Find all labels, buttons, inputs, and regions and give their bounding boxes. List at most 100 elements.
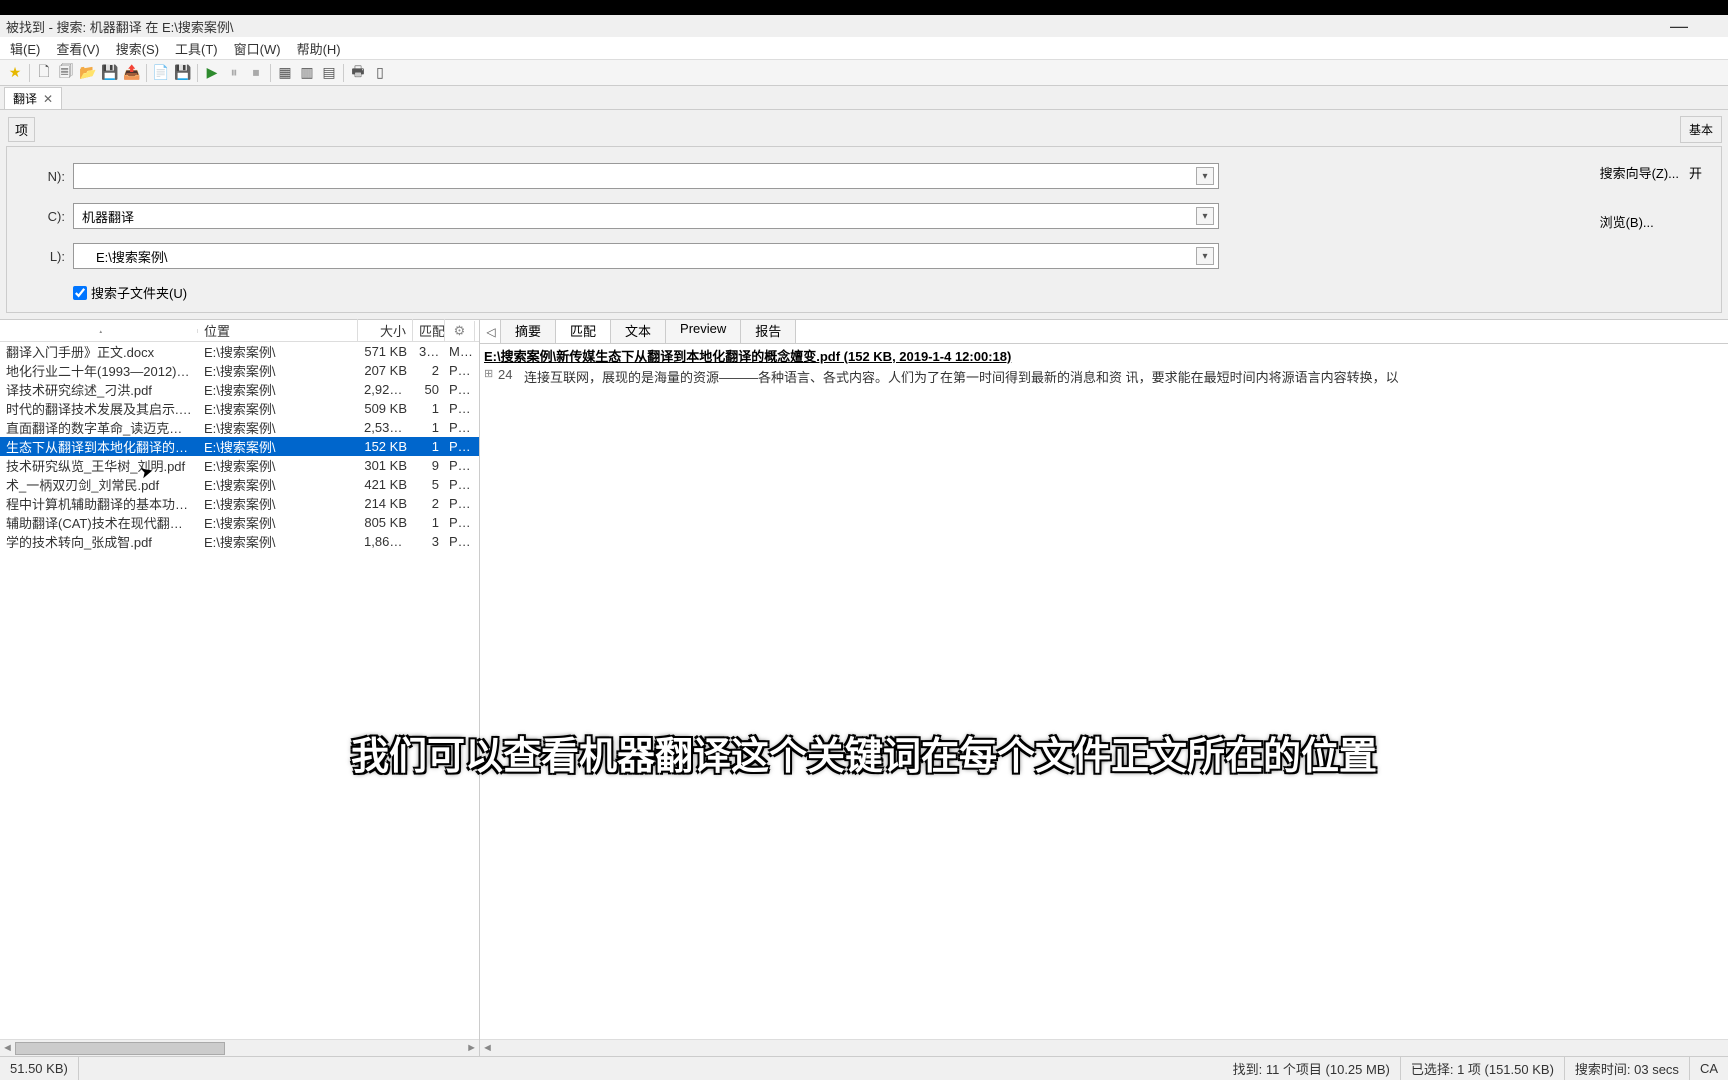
cell-name: 译技术研究综述_刁洪.pdf [0,380,198,399]
result-row[interactable]: 学的技术转向_张成智.pdfE:\搜索案例\1,868 ...3PDI [0,532,479,551]
window-title: 被找到 - 搜索: 机器翻译 在 E:\搜索案例\ [6,17,234,36]
cell-match: 5 [413,477,445,492]
scroll-left-icon[interactable]: ◄ [2,1042,13,1054]
statusbar: 51.50 KB) 找到: 11 个项目 (10.25 MB) 已选择: 1 项… [0,1056,1728,1080]
chevron-down-icon[interactable]: ▾ [1196,207,1214,225]
preview-file-path[interactable]: E:\搜索案例\新传媒生态下从翻译到本地化翻译的概念嬗变.pdf (152 KB… [484,346,1724,365]
result-row[interactable]: 译技术研究综述_刁洪.pdfE:\搜索案例\2,923 ...50PDI [0,380,479,399]
search-tab-label: 翻译 [13,90,37,107]
h-scrollbar[interactable]: ◄ ► [0,1039,479,1056]
subfolders-checkbox[interactable] [73,286,87,300]
cell-type: Mic [445,344,475,359]
basic-tab-label[interactable]: 基本 [1680,116,1722,143]
close-tab-icon[interactable]: ✕ [43,92,53,106]
cell-match: 1 [413,439,445,454]
menu-search[interactable]: 搜索(S) [108,37,167,60]
minimize-button[interactable]: — [1670,16,1688,37]
cell-location: E:\搜索案例\ [198,456,358,475]
status-time: 搜索时间: 03 secs [1565,1057,1690,1080]
preview-tab-匹配[interactable]: 匹配 [555,317,611,343]
result-row[interactable]: 辅助翻译(CAT)技术在现代翻译中...E:\搜索案例\805 KB1PDI [0,513,479,532]
cell-type: PDI [445,458,475,473]
col-type[interactable]: ⚙ [445,321,475,341]
menu-tools[interactable]: 工具(T) [167,37,226,60]
preview-tab-文本[interactable]: 文本 [610,317,666,343]
start-search-button[interactable]: 开 [1689,163,1711,182]
match-text: 连接互联网，展现的是海量的资源———各种语言、各式内容。人们为了在第一时间得到最… [524,367,1724,386]
print-icon[interactable]: 🖶 [347,62,369,84]
star-icon[interactable]: ★ [4,62,26,84]
open-icon[interactable]: 📂 [77,62,99,84]
menu-window[interactable]: 窗口(W) [226,37,289,60]
cell-type: PDI [445,382,475,397]
cell-size: 2,923 ... [358,382,413,397]
result-row[interactable]: 技术研究纵览_王华树_刘明.pdfE:\搜索案例\301 KB9PDI [0,456,479,475]
content-combo[interactable]: 机器翻译 ▾ [73,203,1219,229]
stop-icon[interactable]: ⏹ [245,62,267,84]
menu-edit[interactable]: 辑(E) [2,37,48,60]
play-icon[interactable]: ▶ [201,62,223,84]
results-list[interactable]: 翻译入门手册》正文.docxE:\搜索案例\571 KB372Mic地化行业二十… [0,342,479,1039]
cell-size: 509 KB [358,401,413,416]
copy-icon[interactable]: 🗐 [55,62,77,84]
pause-icon[interactable]: ⏸ [223,62,245,84]
col-size[interactable]: 大小 [358,319,413,342]
cell-type: PDI [445,534,475,549]
preview-h-scrollbar[interactable]: ◄ [480,1039,1728,1056]
layout3-icon[interactable]: ▤ [318,62,340,84]
menu-view[interactable]: 查看(V) [48,37,107,60]
tab-nav-left-icon[interactable]: ◁ [482,321,500,343]
expand-icon[interactable]: ⊞ [484,367,498,386]
preview-tab-摘要[interactable]: 摘要 [500,317,556,343]
cell-match: 372 [413,344,445,359]
preview-tab-报告[interactable]: 报告 [740,317,796,343]
preview-tab-preview[interactable]: Preview [665,317,741,343]
wizard-button[interactable]: 搜索向导(Z)... [1600,163,1679,182]
result-row[interactable]: 地化行业二十年(1993—2012).pdfE:\搜索案例\207 KB2PDI [0,361,479,380]
search-tab[interactable]: 翻译 ✕ [4,87,62,109]
new-doc-icon[interactable]: 🗋 [33,62,55,84]
scroll-right-icon[interactable]: ► [466,1042,477,1054]
col-name[interactable]: ▴ [0,329,198,333]
save-icon[interactable]: 💾 [99,62,121,84]
options-tab-label[interactable]: 项 [8,117,35,142]
cell-name: 技术研究纵览_王华树_刘明.pdf [0,456,198,475]
layout2-icon[interactable]: ▥ [296,62,318,84]
result-row[interactable]: 生态下从翻译到本地化翻译的概念...E:\搜索案例\152 KB1PDI [0,437,479,456]
result-row[interactable]: 翻译入门手册》正文.docxE:\搜索案例\571 KB372Mic [0,342,479,361]
chevron-down-icon[interactable]: ▾ [1196,167,1214,185]
chevron-down-icon[interactable]: ▾ [1196,247,1214,265]
location-combo[interactable]: E:\搜索案例\ ▾ [73,243,1219,269]
browse-button[interactable]: 浏览(B)... [1600,212,1711,231]
cell-type: PDI [445,363,475,378]
page-icon[interactable]: 📄 [150,62,172,84]
cell-name: 学的技术转向_张成智.pdf [0,532,198,551]
col-match[interactable]: 匹配 [413,319,445,342]
save2-icon[interactable]: 💾 [172,62,194,84]
results-pane: ▴ 位置 大小 匹配 ⚙ 翻译入门手册》正文.docxE:\搜索案例\571 K… [0,320,480,1056]
cell-location: E:\搜索案例\ [198,513,358,532]
menu-help[interactable]: 帮助(H) [289,37,349,60]
result-row[interactable]: 时代的翻译技术发展及其启示.pdfE:\搜索案例\509 KB1PDI [0,399,479,418]
cell-location: E:\搜索案例\ [198,380,358,399]
cell-size: 2,532 ... [358,420,413,435]
result-row[interactable]: 程中计算机辅助翻译的基本功能.pdfE:\搜索案例\214 KB2PDI [0,494,479,513]
export-icon[interactable]: 📤 [121,62,143,84]
name-combo[interactable]: ▾ [73,163,1219,189]
cell-size: 301 KB [358,458,413,473]
result-row[interactable]: 直面翻译的数字革命_读迈克尔_克罗...E:\搜索案例\2,532 ...1PD… [0,418,479,437]
status-selected: 已选择: 1 项 (151.50 KB) [1401,1057,1565,1080]
options-icon[interactable]: ▯ [369,62,391,84]
cell-location: E:\搜索案例\ [198,532,358,551]
menubar: 辑(E) 查看(V) 搜索(S) 工具(T) 窗口(W) 帮助(H) [0,37,1728,60]
match-line[interactable]: ⊞ 24 连接互联网，展现的是海量的资源———各种语言、各式内容。人们为了在第一… [484,367,1724,386]
col-location[interactable]: 位置 [198,319,358,342]
cell-type: PDI [445,439,475,454]
scroll-left-icon[interactable]: ◄ [482,1042,493,1054]
result-row[interactable]: 术_一柄双刃剑_刘常民.pdfE:\搜索案例\421 KB5PDI [0,475,479,494]
subfolders-label: 搜索子文件夹(U) [91,283,187,302]
search-panel: 项 基本 N): ▾ C): 机器翻译 ▾ L): E:\ [0,110,1728,320]
cell-type: PDI [445,401,475,416]
layout1-icon[interactable]: ▦ [274,62,296,84]
scroll-thumb[interactable] [15,1042,225,1055]
